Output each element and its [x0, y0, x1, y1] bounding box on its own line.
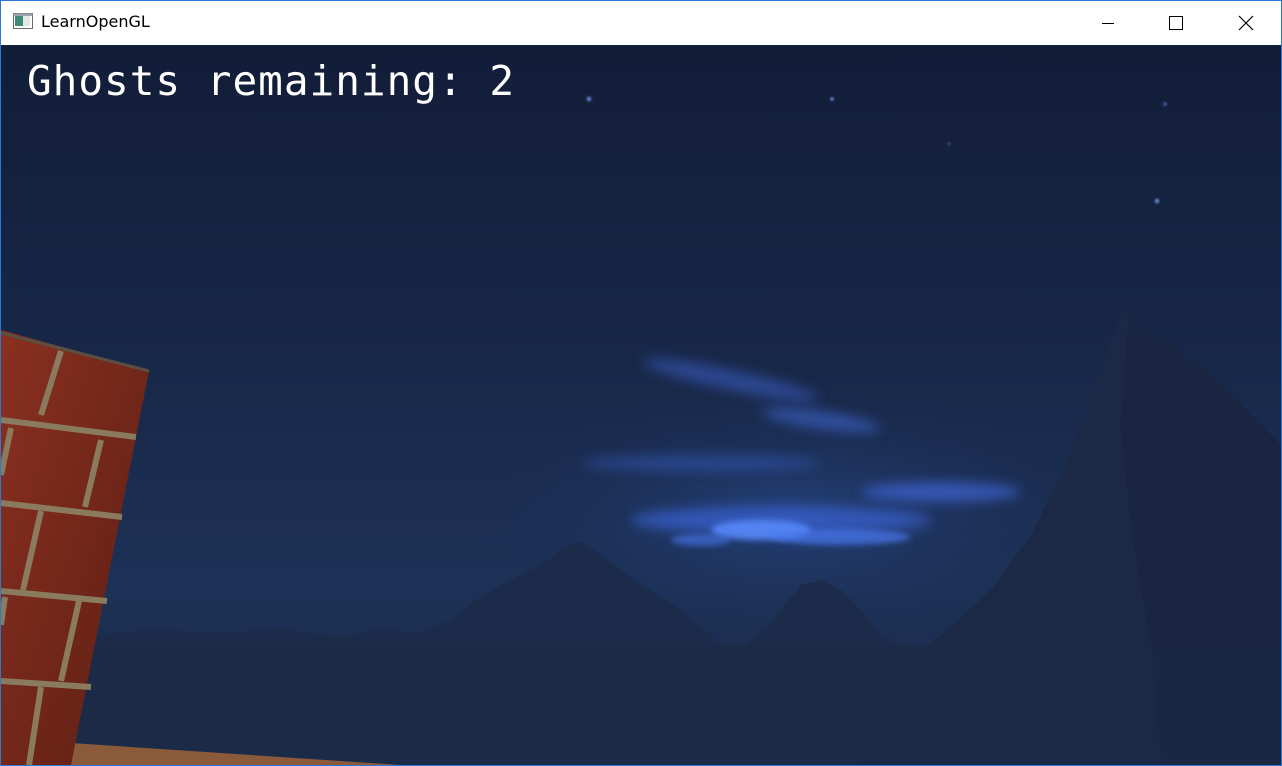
- app-window-icon: [13, 13, 33, 29]
- game-scene: [1, 45, 1281, 765]
- ghosts-remaining-counter: Ghosts remaining: 2: [27, 57, 515, 105]
- minimize-button[interactable]: [1085, 1, 1131, 45]
- app-window: LearnOpenGL Ghosts remaining: 2: [0, 0, 1282, 766]
- window-title: LearnOpenGL: [41, 12, 150, 31]
- close-button[interactable]: [1223, 1, 1269, 45]
- maximize-icon: [1169, 16, 1183, 30]
- game-viewport[interactable]: Ghosts remaining: 2: [1, 45, 1281, 765]
- minimize-icon: [1102, 23, 1114, 24]
- close-icon: [1238, 15, 1254, 31]
- ground-haze: [1, 645, 1281, 765]
- title-bar[interactable]: LearnOpenGL: [1, 1, 1281, 45]
- maximize-button[interactable]: [1153, 1, 1199, 45]
